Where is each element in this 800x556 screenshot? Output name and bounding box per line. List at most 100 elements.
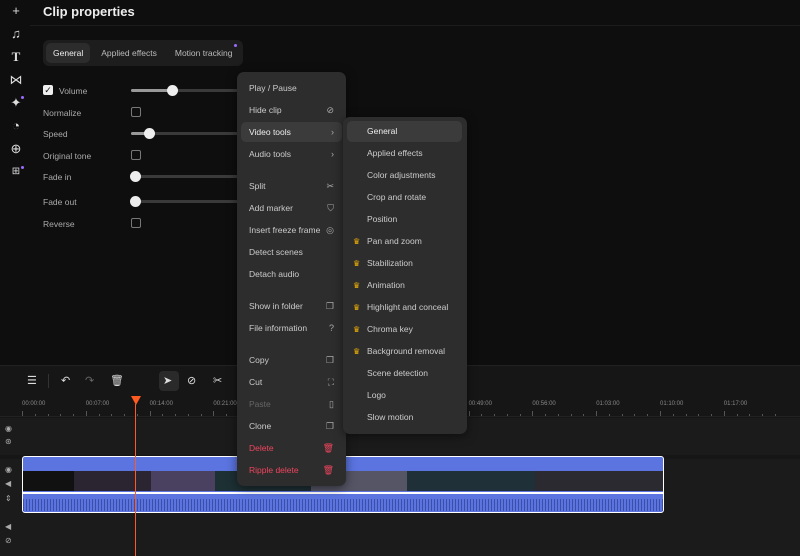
plugins-icon[interactable]: ⊕ xyxy=(8,141,24,157)
menu-item-label: Delete xyxy=(249,443,274,453)
speed-slider[interactable] xyxy=(131,128,241,139)
timeline-tick-label: 00:14:00 xyxy=(149,401,173,407)
submenu-item-logo[interactable]: Logo xyxy=(347,385,462,406)
menu-item-label: Show in folder xyxy=(249,301,303,311)
submenu-item-label: Position xyxy=(367,214,398,224)
menu-item-clone[interactable]: Clone ❐ xyxy=(241,416,342,436)
timeline-tick-label: 00:21:00 xyxy=(213,401,237,407)
tab-motion-tracking[interactable]: Motion tracking xyxy=(168,43,240,63)
video-tools-submenu: General Applied effects Color adjustments C… xyxy=(343,117,467,434)
menu-item-label: Detach audio xyxy=(249,269,300,279)
menu-item-delete[interactable]: Delete 🗑 xyxy=(241,438,342,458)
original-tone-checkbox[interactable] xyxy=(131,150,141,160)
submenu-item-scene-detection[interactable]: Scene detection xyxy=(347,363,462,384)
submenu-item-label: Slow motion xyxy=(367,412,414,422)
audio-link-icon[interactable]: ⇕ xyxy=(5,494,12,503)
menu-item-audio-tools[interactable]: Audio tools › xyxy=(241,144,342,164)
menu-item-ripple-delete[interactable]: Ripple delete 🗑 xyxy=(241,460,342,480)
menu-item-detach-audio[interactable]: Detach audio xyxy=(241,264,342,284)
menu-item-label: Copy xyxy=(249,355,269,365)
speed-label: Speed xyxy=(43,129,68,139)
add-track-icon[interactable]: ☰ xyxy=(27,374,37,387)
marker-tool-icon[interactable]: ⊘ xyxy=(187,374,196,387)
menu-item-label: Paste xyxy=(249,399,271,409)
volume-slider[interactable] xyxy=(131,85,241,96)
timeline-tick-label: 00:49:00 xyxy=(468,401,492,407)
submenu-item-stabilization[interactable]: ♛ Stabilization xyxy=(347,253,462,274)
timeline-tick-label: 01:17:00 xyxy=(723,401,748,407)
tab-general[interactable]: General xyxy=(46,43,91,63)
fade-out-slider[interactable] xyxy=(130,196,241,207)
menu-item-label: Detect scenes xyxy=(249,247,303,257)
chevron-right-icon: › xyxy=(331,149,334,159)
menu-item-add-marker[interactable]: Add marker ⛉ xyxy=(241,198,342,218)
menu-item-play-pause[interactable]: Play / Pause xyxy=(241,78,342,98)
sticker-icon[interactable]: ◔ xyxy=(8,118,24,134)
fade-out-label: Fade out xyxy=(43,197,77,207)
link-icon[interactable]: ⊛ xyxy=(5,437,12,446)
menu-item-video-tools[interactable]: Video tools › xyxy=(241,122,342,142)
menu-item-icon: ? xyxy=(328,323,334,333)
submenu-item-label: Logo xyxy=(367,390,386,400)
submenu-item-pan-and-zoom[interactable]: ♛ Pan and zoom xyxy=(347,231,462,252)
submenu-item-label: Highlight and conceal xyxy=(367,302,449,312)
menu-item-icon: 🗑 xyxy=(322,443,334,453)
speaker-icon[interactable]: ◀ xyxy=(5,522,11,531)
menu-item-detect-scenes[interactable]: Detect scenes xyxy=(241,242,342,262)
playhead[interactable] xyxy=(135,404,136,556)
music-icon[interactable]: ♫ xyxy=(8,26,24,42)
playhead-handle[interactable] xyxy=(131,396,141,405)
submenu-item-label: Applied effects xyxy=(367,148,423,158)
undo-icon[interactable]: ↶ xyxy=(61,374,70,387)
reverse-checkbox[interactable] xyxy=(131,218,141,228)
submenu-item-applied-effects[interactable]: Applied effects xyxy=(347,143,462,164)
menu-item-icon: ❐ xyxy=(325,301,334,311)
submenu-item-label: Scene detection xyxy=(367,368,428,378)
menu-item-cut[interactable]: Cut ⛶ xyxy=(241,372,342,392)
menu-item-label: Hide clip xyxy=(249,105,282,115)
crown-icon: ♛ xyxy=(353,237,361,246)
normalize-checkbox[interactable] xyxy=(131,107,141,117)
audio-waveform xyxy=(23,499,663,511)
menu-item-label: Split xyxy=(249,181,266,191)
split-icon[interactable]: ✂ xyxy=(213,374,222,387)
submenu-item-highlight-and-conceal[interactable]: ♛ Highlight and conceal xyxy=(347,297,462,318)
menu-item-label: Audio tools xyxy=(249,149,292,159)
unlink-icon[interactable]: ⊘ xyxy=(5,536,12,545)
submenu-item-slow-motion[interactable]: Slow motion xyxy=(347,407,462,428)
speaker-icon[interactable]: ◀ xyxy=(5,479,11,488)
menu-item-icon: ⛶ xyxy=(327,377,334,387)
menu-item-copy[interactable]: Copy ❐ xyxy=(241,350,342,370)
submenu-item-color-adjustments[interactable]: Color adjustments xyxy=(347,165,462,186)
menu-item-hide-clip[interactable]: Hide clip ⊘ xyxy=(241,100,342,120)
fade-in-slider[interactable] xyxy=(130,171,241,182)
submenu-item-background-removal[interactable]: ♛ Background removal xyxy=(347,341,462,362)
menu-item-paste[interactable]: Paste ▯ xyxy=(241,394,342,414)
eye-icon[interactable]: ◉ xyxy=(5,465,12,474)
submenu-item-label: Background removal xyxy=(367,346,445,356)
crown-icon: ♛ xyxy=(353,259,361,268)
delete-icon[interactable]: 🗑 xyxy=(110,374,124,387)
text-icon[interactable]: T xyxy=(8,49,24,65)
submenu-item-label: General xyxy=(367,126,398,136)
menu-item-show-in-folder[interactable]: Show in folder ❐ xyxy=(241,296,342,316)
submenu-item-label: Chroma key xyxy=(367,324,413,334)
menu-item-split[interactable]: Split ✂ xyxy=(241,176,342,196)
tab-applied-effects[interactable]: Applied effects xyxy=(94,43,164,63)
redo-icon[interactable]: ↷ xyxy=(85,374,94,387)
volume-checkbox[interactable]: ✓ xyxy=(43,85,53,95)
transition-icon[interactable]: ⋈ xyxy=(8,72,24,88)
volume-label: Volume xyxy=(59,86,88,96)
select-tool-icon[interactable]: ➤ xyxy=(163,374,172,387)
submenu-item-label: Pan and zoom xyxy=(367,236,422,246)
submenu-item-crop-and-rotate[interactable]: Crop and rotate xyxy=(347,187,462,208)
eye-icon[interactable]: ◉ xyxy=(5,424,12,433)
menu-item-insert-freeze-frame[interactable]: Insert freeze frame ◎ xyxy=(241,220,342,240)
submenu-item-chroma-key[interactable]: ♛ Chroma key xyxy=(347,319,462,340)
submenu-item-general[interactable]: General xyxy=(347,121,462,142)
add-icon[interactable]: + xyxy=(8,3,24,19)
submenu-item-position[interactable]: Position xyxy=(347,209,462,230)
menu-item-file-information[interactable]: File information? xyxy=(241,318,342,338)
menu-item-icon: ◎ xyxy=(326,225,334,235)
submenu-item-animation[interactable]: ♛ Animation xyxy=(347,275,462,296)
